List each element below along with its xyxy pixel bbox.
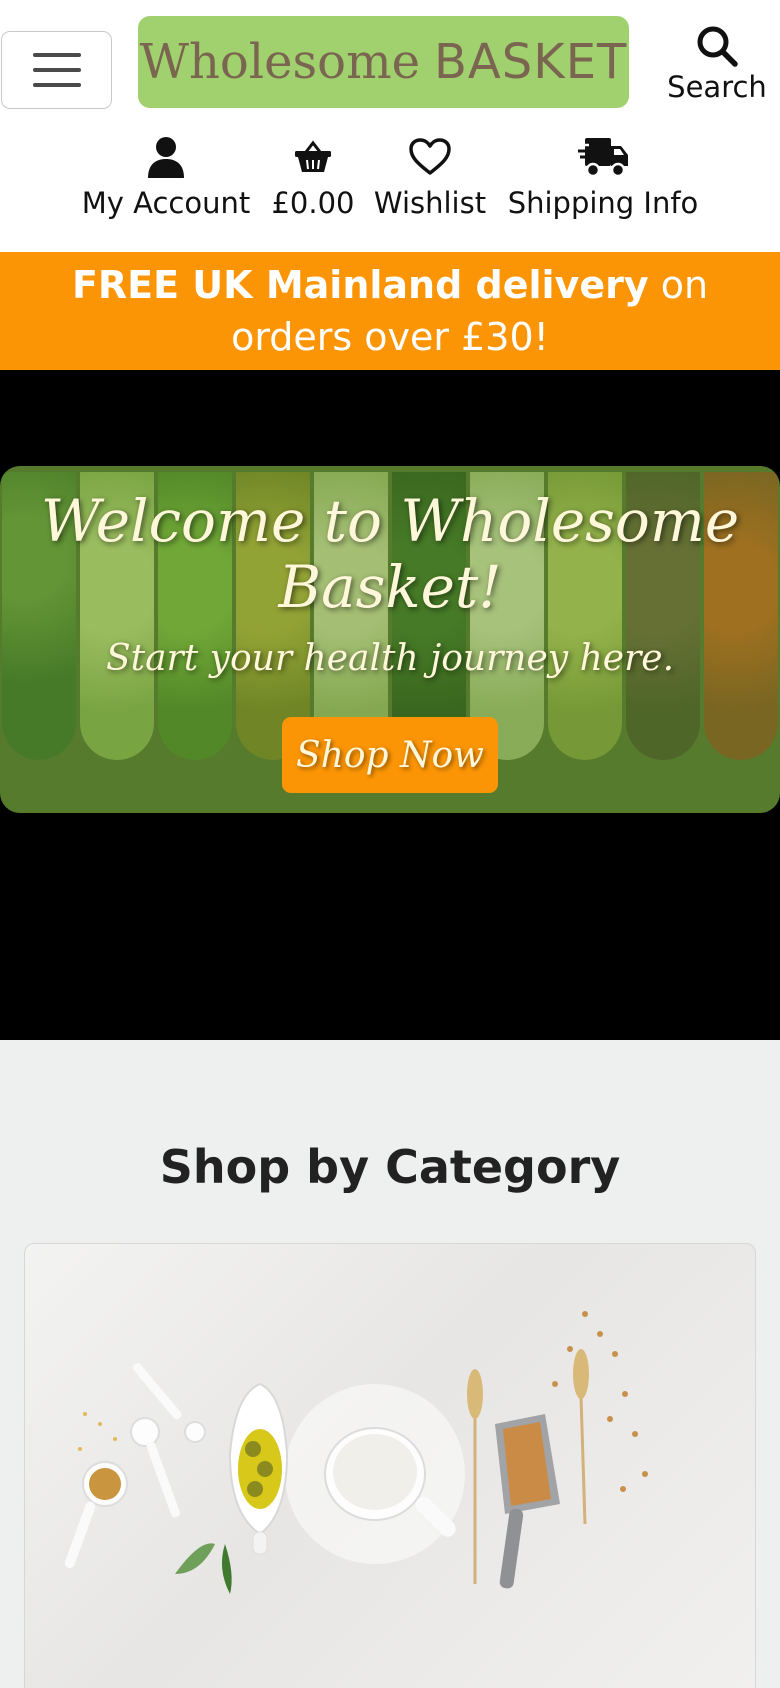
basket-link[interactable]: £0.00 xyxy=(271,134,355,220)
baking-ingredients-image xyxy=(64,1311,648,1594)
category-card-image[interactable] xyxy=(24,1243,756,1688)
menu-toggle-button[interactable] xyxy=(1,31,112,109)
hamburger-icon xyxy=(32,83,81,87)
shop-by-category-section: Shop by Category xyxy=(0,1040,780,1688)
shipping-info-link[interactable]: Shipping Info xyxy=(507,134,699,220)
delivery-truck-icon xyxy=(577,134,629,180)
shop-now-button[interactable]: Shop Now xyxy=(282,717,498,793)
basket-total: £0.00 xyxy=(271,186,355,220)
promo-line-2: orders over £30! xyxy=(231,315,549,359)
promo-bold-text: FREE UK Mainland delivery xyxy=(71,263,649,307)
my-account-link[interactable]: My Account xyxy=(80,134,252,220)
my-account-label: My Account xyxy=(81,186,251,220)
hero-subtitle: Start your health journey here. xyxy=(105,638,675,679)
search-icon xyxy=(697,26,738,67)
header-nav: My Account £0.00 Wishlist Shipping Info xyxy=(0,134,780,234)
site-logo[interactable]: Wholesome BASKET xyxy=(138,16,629,108)
hamburger-icon xyxy=(32,53,81,57)
hamburger-icon xyxy=(32,68,81,72)
section-heading: Shop by Category xyxy=(159,1140,621,1194)
free-delivery-banner: FREE UK Mainland delivery on orders over… xyxy=(0,252,780,370)
wishlist-link[interactable]: Wishlist xyxy=(374,134,486,220)
hero-title: Welcome to Wholesome Basket! xyxy=(40,487,740,621)
site-header: Wholesome BASKET Search My Account £0.00… xyxy=(0,0,780,252)
user-icon xyxy=(146,134,186,180)
promo-line-1: FREE UK Mainland delivery on xyxy=(72,259,708,311)
basket-icon xyxy=(294,134,332,180)
shipping-info-label: Shipping Info xyxy=(507,186,699,220)
search-button[interactable]: Search xyxy=(660,24,774,114)
promo-line1-rest: on xyxy=(660,263,709,307)
hero-banner: Welcome to Wholesome Basket! Start your … xyxy=(0,466,780,813)
logo-script-text: Wholesome xyxy=(139,34,420,90)
logo-caps-text: BASKET xyxy=(434,34,628,90)
wishlist-label: Wishlist xyxy=(373,186,487,220)
heart-icon xyxy=(409,134,451,180)
search-label: Search xyxy=(667,70,767,104)
